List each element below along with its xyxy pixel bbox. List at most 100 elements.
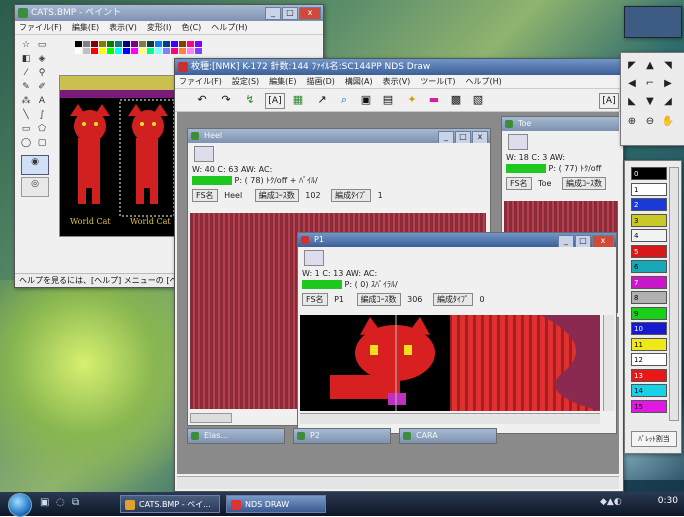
line-icon[interactable]: ╲ — [19, 109, 33, 121]
maximize-button[interactable]: □ — [282, 7, 298, 20]
fill-icon[interactable]: ◈ — [35, 53, 49, 65]
palette-swatch[interactable]: 15 — [631, 399, 667, 413]
nds-menu-help[interactable]: ヘルプ(H) — [465, 75, 501, 88]
nds-menu-compose[interactable]: 構図(A) — [345, 75, 373, 88]
star-icon[interactable]: ✦ — [405, 93, 419, 107]
p1-view-icon[interactable] — [304, 250, 324, 266]
zoom-in-icon[interactable]: ⊕ — [625, 115, 639, 129]
heel-course-label[interactable]: 編成ｺｰｽ数 — [254, 189, 299, 202]
arrow-up-icon[interactable]: ▲ — [643, 59, 657, 73]
text-tool-icon[interactable]: [A] — [265, 93, 285, 109]
brush-icon[interactable]: ✐ — [35, 81, 49, 93]
rounded-rect-icon[interactable]: ▢ — [35, 137, 49, 149]
polygon-icon[interactable]: ⬠ — [35, 123, 49, 135]
palette-swatch[interactable]: 0 — [631, 167, 667, 180]
hand-icon[interactable]: ✋ — [661, 115, 675, 129]
palette-swatch[interactable]: 13 — [631, 368, 667, 382]
undo-icon[interactable]: ↶ — [195, 93, 209, 107]
home-icon[interactable]: ⌐ — [643, 77, 657, 91]
magnifier-icon[interactable]: ⚲ — [35, 67, 49, 79]
paint-titlebar[interactable]: CATS.BMP - ペイント _ □ x — [15, 5, 323, 21]
nds-draw-window[interactable]: 枚種:[NMK] K-172 針数:144 ﾌｧｲﾙ名:SC144PP NDS … — [174, 58, 624, 492]
palette-swatch[interactable]: 14 — [631, 384, 667, 397]
p1-vertical-scrollbar[interactable] — [603, 315, 614, 411]
show-desktop-icon[interactable]: ▣ — [40, 497, 49, 508]
minimize-button[interactable]: _ — [265, 7, 281, 20]
nds-menu-settings[interactable]: 設定(S) — [232, 75, 259, 88]
menu-colors[interactable]: 色(C) — [181, 21, 201, 34]
pointer-icon[interactable]: ↗ — [315, 93, 329, 107]
grid-icon[interactable]: ▦ — [291, 93, 305, 107]
palette-swatch[interactable]: 3 — [631, 213, 667, 227]
pencil-icon[interactable]: ✎ — [19, 81, 33, 93]
task-nds-draw[interactable]: NDS DRAW — [226, 495, 326, 513]
eraser-icon[interactable]: ◧ — [19, 53, 33, 65]
minimized-window-elas[interactable]: Elas... — [187, 428, 285, 444]
export-icon[interactable]: ▧ — [471, 93, 485, 107]
rect-select-icon[interactable]: ▭ — [35, 39, 49, 51]
nds-horizontal-scrollbar[interactable] — [177, 476, 619, 489]
paint-color-palette[interactable] — [75, 41, 202, 54]
menu-help[interactable]: ヘルプ(H) — [211, 21, 247, 34]
p1-close[interactable]: x — [592, 235, 614, 247]
heel-name-label[interactable]: FS名 — [192, 189, 218, 202]
zoom-icon[interactable]: ⌕ — [337, 93, 351, 107]
minimized-window-p2[interactable]: P2 — [293, 428, 391, 444]
p1-name-label[interactable]: FS名 — [302, 293, 328, 306]
palette-scrollbar[interactable] — [669, 167, 679, 421]
toe-name-label[interactable]: FS名 — [506, 177, 532, 190]
heel-type-label[interactable]: 編成ﾀｲﾌﾟ — [331, 189, 372, 202]
palette-swatch[interactable]: 11 — [631, 337, 667, 351]
p1-minimize[interactable]: _ — [558, 235, 574, 247]
toe-view-icon[interactable] — [508, 134, 528, 150]
arrow-upleft-icon[interactable]: ◤ — [625, 59, 639, 73]
p1-titlebar[interactable]: P1 _ □ x — [298, 233, 616, 247]
zoom-out-icon[interactable]: ⊖ — [643, 115, 657, 129]
opaque-mode-icon[interactable]: ◎ — [21, 177, 49, 197]
arrow-down-icon[interactable]: ▼ — [643, 95, 657, 109]
palette-swatch[interactable]: 4 — [631, 229, 667, 242]
picture-icon[interactable]: ▩ — [449, 93, 463, 107]
minimized-window-cara[interactable]: CARA — [399, 428, 497, 444]
heel-close[interactable]: x — [472, 131, 488, 143]
arrow-upright-icon[interactable]: ◥ — [661, 59, 675, 73]
palette-swatch[interactable]: 12 — [631, 353, 667, 366]
p1-course-label[interactable]: 編成ｺｰｽ数 — [356, 293, 401, 306]
curve-icon[interactable]: ∫ — [35, 109, 49, 121]
switch-windows-icon[interactable]: ⧉ — [72, 497, 79, 508]
start-button[interactable] — [8, 493, 32, 517]
text-tool-right-icon[interactable]: [A] — [599, 93, 619, 109]
p1-window[interactable]: P1 _ □ x W: 1 C: 13 AW: AC: P: ( 0) ｽﾊﾟｲﾗﾙ… — [297, 232, 617, 434]
palette-swatch[interactable]: 10 — [631, 322, 667, 335]
nds-titlebar[interactable]: 枚種:[NMK] K-172 針数:144 ﾌｧｲﾙ名:SC144PP NDS … — [175, 59, 623, 75]
p1-maximize[interactable]: □ — [575, 235, 591, 247]
ie-icon[interactable]: ◌ — [56, 497, 65, 508]
airbrush-icon[interactable]: ⁂ — [19, 95, 33, 107]
palette-swatch[interactable]: 8 — [631, 291, 667, 304]
rectangle-icon[interactable]: ▭ — [19, 123, 33, 135]
nds-menu-tools[interactable]: ツール(T) — [420, 75, 455, 88]
task-paint[interactable]: CATS.BMP - ペイ... — [120, 495, 220, 513]
heel-minimize[interactable]: _ — [438, 131, 454, 143]
menu-image[interactable]: 変形(I) — [147, 21, 172, 34]
free-select-icon[interactable]: ☆ — [19, 39, 33, 51]
heel-titlebar[interactable]: Heel _ □ x — [188, 129, 490, 143]
menu-view[interactable]: 表示(V) — [109, 21, 137, 34]
palette-swatch[interactable]: 9 — [631, 306, 667, 320]
toe-titlebar[interactable]: Toe — [502, 117, 619, 131]
color-icon[interactable]: ▬ — [427, 93, 441, 107]
palette-swatch[interactable]: 5 — [631, 244, 667, 258]
nds-menu-draw[interactable]: 描画(D) — [306, 75, 334, 88]
redo-icon[interactable]: ↷ — [219, 93, 233, 107]
p1-horizontal-scrollbar[interactable] — [300, 413, 600, 424]
palette-swatch[interactable]: 6 — [631, 260, 667, 273]
transparent-mode-icon[interactable]: ◉ — [21, 155, 49, 175]
ellipse-icon[interactable]: ◯ — [19, 137, 33, 149]
mini-panel[interactable] — [624, 6, 682, 38]
heel-scrollbar[interactable] — [190, 413, 232, 423]
window-icon[interactable]: ▤ — [381, 93, 395, 107]
nds-menu-view[interactable]: 表示(V) — [383, 75, 411, 88]
nds-menu-edit[interactable]: 編集(E) — [269, 75, 296, 88]
close-button[interactable]: x — [299, 7, 321, 20]
arrow-downleft-icon[interactable]: ◣ — [625, 95, 639, 109]
